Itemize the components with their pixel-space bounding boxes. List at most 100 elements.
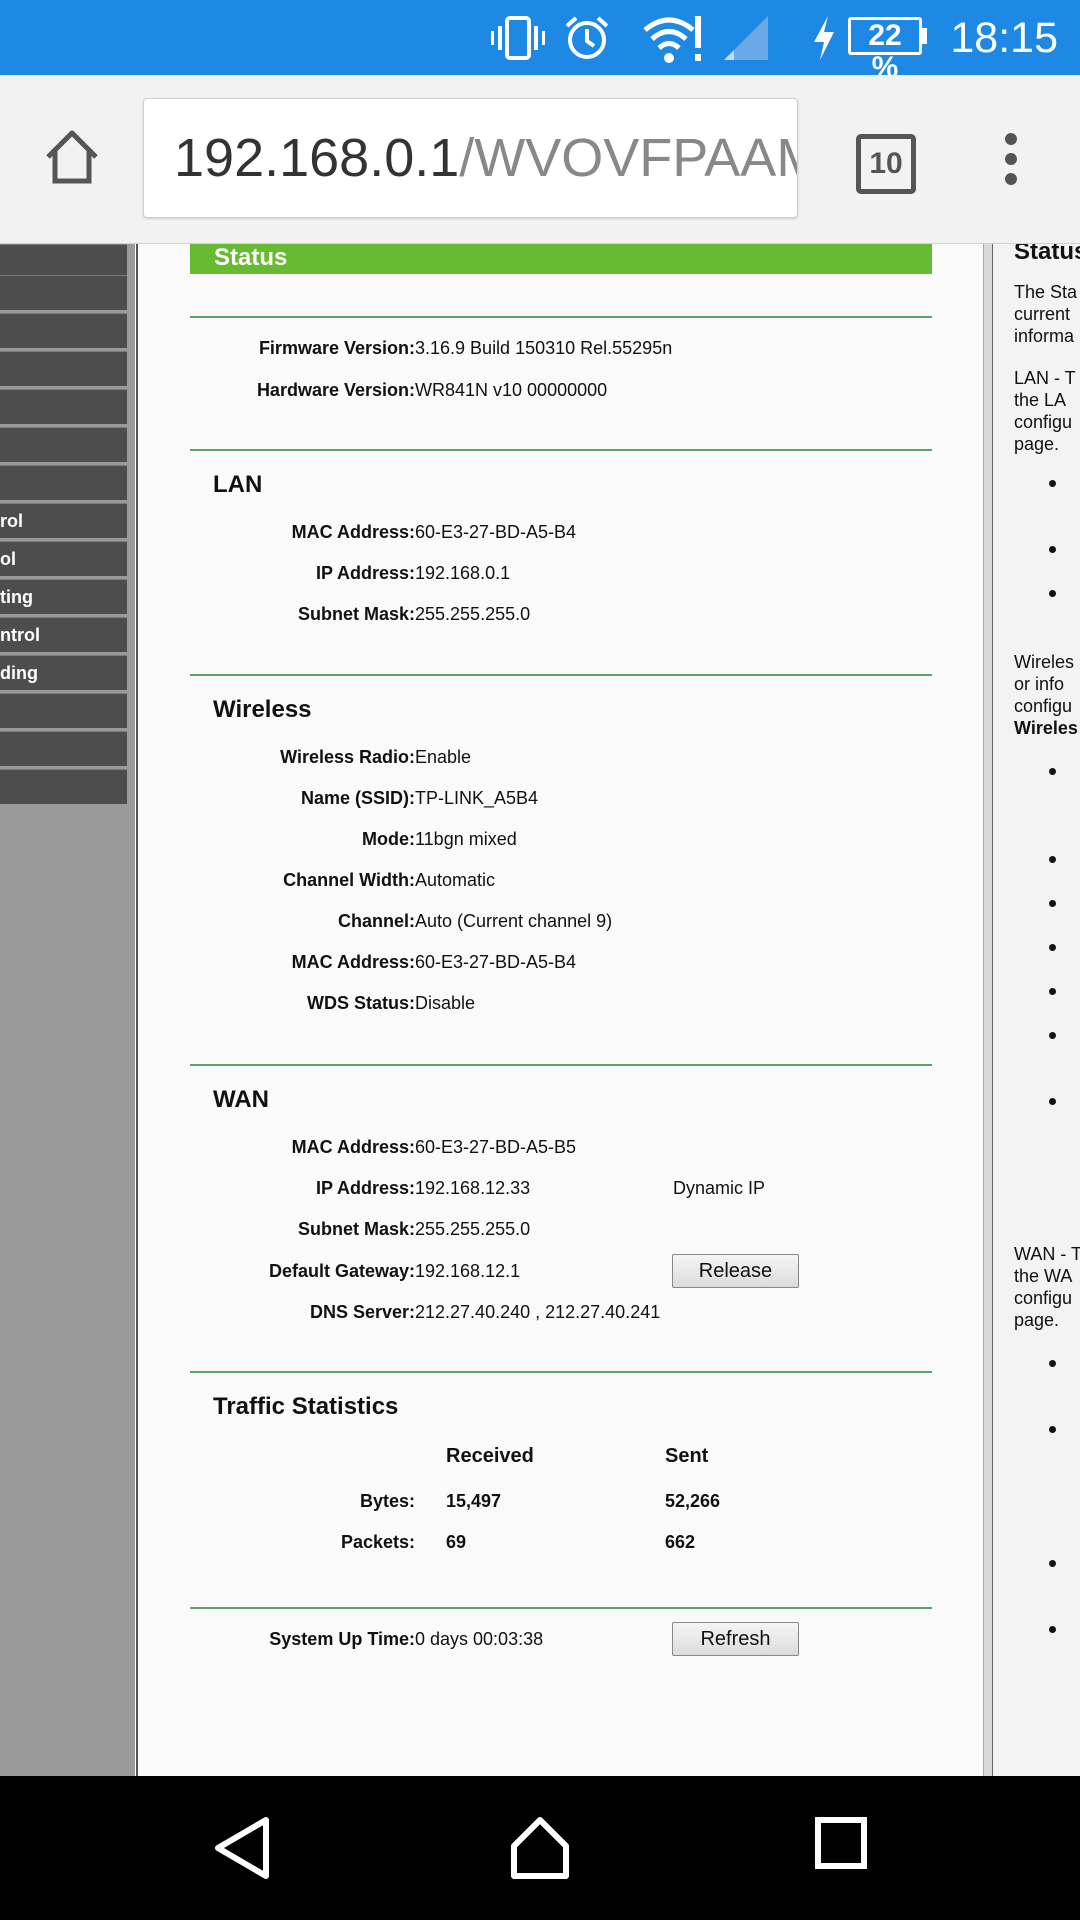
dns-value: 212.27.40.240 , 212.27.40.241 — [415, 1302, 661, 1322]
lan-ip-value: 192.168.0.1 — [415, 563, 511, 583]
divider — [190, 674, 932, 676]
status-header: Status — [190, 244, 932, 274]
recents-icon[interactable] — [814, 1816, 868, 1875]
menu-item[interactable] — [0, 693, 127, 728]
help-line: configu — [1014, 412, 1073, 432]
bullet — [1049, 1098, 1056, 1105]
menu-icon[interactable] — [1000, 131, 1022, 192]
menu-item[interactable] — [0, 275, 127, 310]
bullet — [1049, 1626, 1056, 1633]
release-button[interactable]: Release — [672, 1254, 799, 1288]
wireless-radio-value: Enable — [415, 747, 472, 767]
bullet — [1049, 944, 1056, 951]
wan-ip-value: 192.168.12.33 — [415, 1178, 531, 1198]
lan-mask-label: Subnet Mask: — [297, 604, 415, 624]
help-panel: Status The Sta current informa LAN - T t… — [993, 244, 1080, 1776]
url-path: /WVOVFPAAM — [459, 128, 798, 188]
menu-item-binding[interactable]: ding — [0, 655, 127, 690]
status-content: Status Firmware Version: 3.16.9 Build 15… — [136, 244, 985, 1776]
help-line: configu — [1014, 1288, 1073, 1308]
help-line: Wireles — [1014, 652, 1075, 672]
uptime-label: System Up Time: — [269, 1629, 415, 1649]
wds-label: WDS Status: — [307, 993, 415, 1013]
menu-item[interactable] — [0, 769, 127, 804]
navigation-bar — [0, 1776, 1080, 1920]
menu-item[interactable] — [0, 389, 127, 424]
browser-toolbar: 192.168.0.1/WVOVFPAAM 10 — [0, 75, 1080, 244]
bullet — [1049, 1560, 1056, 1567]
wireless-radio-label: Wireless Radio: — [280, 747, 415, 767]
packets-sent: 662 — [665, 1532, 696, 1552]
bullet — [1049, 768, 1056, 775]
help-line: the WA — [1014, 1266, 1073, 1286]
bullet — [1049, 988, 1056, 995]
menu-item-protocol[interactable]: ol — [0, 541, 127, 576]
menu-item[interactable] — [0, 731, 127, 766]
bullet — [1049, 856, 1056, 863]
clock: 18:15 — [950, 14, 1058, 62]
divider — [190, 1371, 932, 1373]
divider — [190, 316, 932, 318]
lan-title: LAN — [213, 471, 263, 498]
url-host: 192.168.0.1 — [174, 128, 460, 188]
menu-item[interactable] — [0, 313, 127, 348]
traffic-title: Traffic Statistics — [213, 1393, 399, 1420]
channel-width-label: Channel Width: — [283, 870, 415, 890]
help-line: the LA — [1014, 390, 1067, 410]
tabs-icon[interactable]: 10 — [856, 134, 916, 194]
bytes-sent: 52,266 — [665, 1491, 721, 1511]
channel-value: Auto (Current channel 9) — [415, 911, 613, 931]
wireless-mac-value: 60-E3-27-BD-A5-B4 — [415, 952, 577, 972]
menu-item[interactable] — [0, 427, 127, 462]
mode-label: Mode: — [362, 829, 415, 849]
gateway-value: 192.168.12.1 — [415, 1261, 521, 1281]
left-menu: rol ol ting ntrol ding — [0, 244, 135, 1776]
menu-item-control[interactable]: rol — [0, 503, 127, 538]
menu-item-bandwidth-control[interactable]: ntrol — [0, 617, 127, 652]
vibrate-icon — [490, 14, 546, 67]
home-icon[interactable] — [42, 127, 102, 192]
dns-label: DNS Server: — [309, 1302, 415, 1322]
help-line: current — [1014, 304, 1071, 324]
signal-icon — [722, 14, 770, 67]
help-line: Wireles — [1014, 718, 1078, 738]
url-bar[interactable]: 192.168.0.1/WVOVFPAAM — [143, 98, 798, 218]
packets-received: 69 — [446, 1532, 467, 1552]
divider — [190, 1607, 932, 1609]
menu-item[interactable] — [0, 244, 127, 279]
bullet — [1049, 1360, 1056, 1367]
bullet — [1049, 546, 1056, 553]
wan-ip-type: Dynamic IP — [673, 1178, 766, 1198]
hardware-value: WR841N v10 00000000 — [415, 380, 608, 400]
received-header: Received — [446, 1445, 534, 1467]
help-line: The Sta — [1014, 282, 1078, 302]
home-icon[interactable] — [508, 1816, 572, 1885]
sent-header: Sent — [665, 1445, 709, 1467]
bytes-received: 15,497 — [446, 1491, 502, 1511]
wan-mac-label: MAC Address: — [291, 1137, 415, 1157]
menu-item[interactable] — [0, 465, 127, 500]
help-line: configu — [1014, 696, 1073, 716]
bytes-label: Bytes: — [359, 1491, 415, 1511]
channel-label: Channel: — [337, 911, 415, 931]
back-icon[interactable] — [212, 1816, 272, 1885]
battery-tip — [922, 28, 927, 44]
hardware-label: Hardware Version: — [256, 380, 415, 400]
refresh-button[interactable]: Refresh — [672, 1622, 799, 1656]
gateway-label: Default Gateway: — [268, 1261, 415, 1281]
help-line: informa — [1014, 326, 1075, 346]
help-line: page. — [1014, 434, 1060, 454]
menu-item[interactable] — [0, 351, 127, 386]
wireless-mac-label: MAC Address: — [291, 952, 415, 972]
menu-item-routing[interactable]: ting — [0, 579, 127, 614]
help-line: WAN - T — [1014, 1244, 1080, 1264]
divider — [190, 1064, 932, 1066]
mode-value: 11bgn mixed — [415, 829, 517, 849]
lan-mac-value: 60-E3-27-BD-A5-B4 — [415, 522, 577, 542]
channel-width-value: Automatic — [415, 870, 496, 890]
help-line: page. — [1014, 1310, 1060, 1330]
uptime-value: 0 days 00:03:38 — [415, 1629, 544, 1649]
lan-mask-value: 255.255.255.0 — [415, 604, 531, 624]
bullet — [1049, 900, 1056, 907]
wds-value: Disable — [415, 993, 476, 1013]
